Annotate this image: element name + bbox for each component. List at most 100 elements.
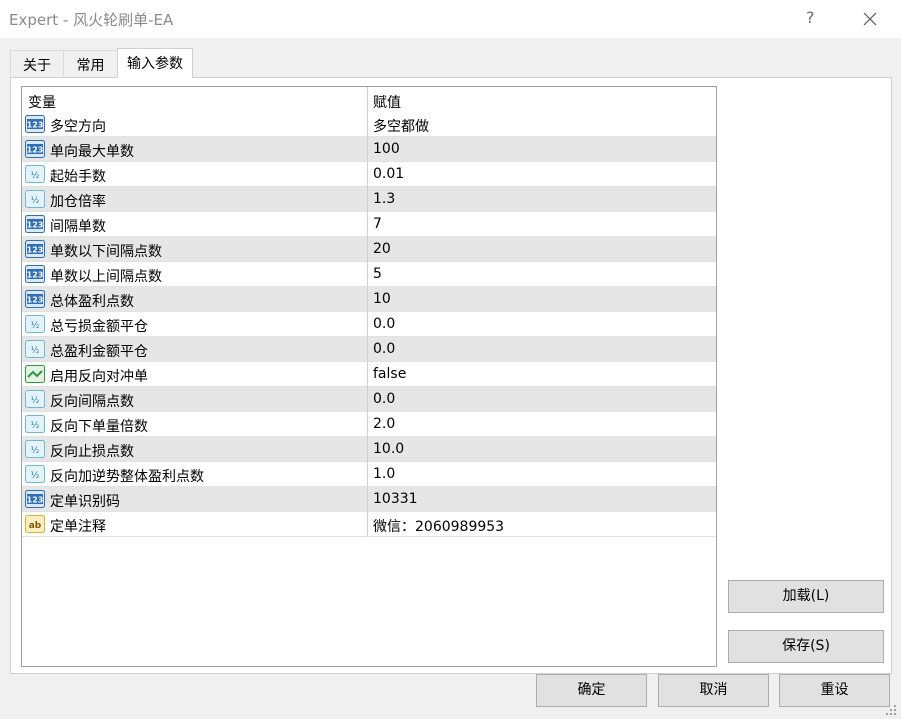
parameter-name: 反向加逆势整体盈利点数 [50, 469, 204, 485]
parameter-row[interactable]: 123 间隔单数 7 [22, 212, 716, 237]
svg-text:½: ½ [31, 471, 40, 481]
integer-icon: 123 [25, 140, 45, 158]
parameter-name: 单数以下间隔点数 [50, 244, 162, 260]
parameter-name: 单数以上间隔点数 [50, 269, 162, 285]
parameter-name: 定单识别码 [50, 494, 120, 510]
integer-icon: 123 [25, 215, 45, 233]
parameter-value[interactable]: 10 [373, 291, 391, 307]
bool-icon [25, 365, 45, 383]
svg-text:½: ½ [31, 171, 40, 181]
parameter-row[interactable]: 123 单数以上间隔点数 5 [22, 262, 716, 287]
double-icon: ½ [25, 415, 45, 433]
parameter-row[interactable]: ½ 反向间隔点数 0.0 [22, 387, 716, 412]
parameter-name: 反向间隔点数 [50, 394, 134, 410]
parameter-name: 加仓倍率 [50, 194, 106, 210]
parameter-value[interactable]: 微信：2060989953 [373, 516, 504, 536]
parameter-name: 启用反向对冲单 [50, 369, 148, 385]
parameter-value[interactable]: 1.0 [373, 466, 395, 482]
double-icon: ½ [25, 440, 45, 458]
parameter-name: 间隔单数 [50, 219, 106, 235]
svg-text:123: 123 [27, 246, 44, 255]
parameter-name: 单向最大单数 [50, 144, 134, 160]
double-icon: ½ [25, 390, 45, 408]
integer-icon: 123 [25, 290, 45, 308]
svg-text:123: 123 [27, 271, 44, 280]
parameter-row[interactable]: ½ 总盈利金额平仓 0.0 [22, 337, 716, 362]
parameter-value[interactable]: 1.3 [373, 191, 395, 207]
parameter-name: 起始手数 [50, 169, 106, 185]
column-header-value[interactable]: 赋值 [373, 92, 401, 112]
parameter-value[interactable]: false [373, 366, 406, 382]
svg-text:123: 123 [27, 496, 44, 505]
reset-button[interactable]: 重设 [779, 674, 890, 707]
tab-inputs[interactable]: 输入参数 [117, 48, 193, 78]
window-title: Expert - 风火轮刷单-EA [9, 11, 174, 29]
parameter-row[interactable]: ½ 反向加逆势整体盈利点数 1.0 [22, 462, 716, 487]
title-bar: Expert - 风火轮刷单-EA ? [0, 0, 901, 38]
double-icon: ½ [25, 465, 45, 483]
svg-text:123: 123 [27, 221, 44, 230]
parameter-name: 多空方向 [50, 119, 106, 135]
parameter-name: 总盈利金额平仓 [50, 344, 148, 360]
parameter-row[interactable]: 123 定单识别码 10331 [22, 487, 716, 512]
svg-text:½: ½ [31, 321, 40, 331]
parameter-value[interactable]: 0.01 [373, 166, 404, 182]
column-header-variable[interactable]: 变量 [28, 92, 56, 112]
tab-common[interactable]: 常用 [63, 50, 118, 76]
tab-about[interactable]: 关于 [10, 50, 64, 76]
parameter-row[interactable]: ½ 反向下单量倍数 2.0 [22, 412, 716, 437]
parameter-value[interactable]: 0.0 [373, 341, 395, 357]
svg-text:½: ½ [31, 446, 40, 456]
parameter-row[interactable]: ½ 加仓倍率 1.3 [22, 187, 716, 212]
parameter-row[interactable]: ab 定单注释 微信：2060989953 [22, 512, 716, 537]
parameter-value[interactable]: 5 [373, 266, 382, 282]
parameter-row[interactable]: ½ 反向止损点数 10.0 [22, 437, 716, 462]
parameter-name: 反向止损点数 [50, 444, 134, 460]
parameter-row[interactable]: 123 单数以下间隔点数 20 [22, 237, 716, 262]
parameter-value[interactable]: 20 [373, 241, 391, 257]
parameter-value[interactable]: 10331 [373, 491, 418, 507]
integer-icon: 123 [25, 265, 45, 283]
help-button[interactable]: ? [806, 8, 815, 27]
parameter-name: 定单注释 [50, 519, 106, 535]
load-button[interactable]: 加载(L) [728, 580, 884, 613]
parameter-row[interactable]: 123 总体盈利点数 10 [22, 287, 716, 312]
parameter-value[interactable]: 10.0 [373, 441, 404, 457]
parameter-value[interactable]: 2.0 [373, 416, 395, 432]
svg-text:½: ½ [31, 196, 40, 206]
cancel-button[interactable]: 取消 [658, 674, 769, 707]
parameter-value[interactable]: 多空都做 [373, 116, 429, 136]
svg-text:ab: ab [29, 521, 42, 531]
svg-text:123: 123 [27, 121, 44, 130]
string-icon: ab [25, 515, 45, 533]
grid-header: 变量 赋值 [22, 87, 716, 112]
parameter-value[interactable]: 7 [373, 216, 382, 232]
double-icon: ½ [25, 190, 45, 208]
svg-text:123: 123 [27, 146, 44, 155]
column-divider[interactable] [367, 87, 368, 537]
parameter-value[interactable]: 100 [373, 141, 400, 157]
double-icon: ½ [25, 165, 45, 183]
parameter-row[interactable]: 启用反向对冲单 false [22, 362, 716, 387]
double-icon: ½ [25, 315, 45, 333]
parameter-row[interactable]: ½ 起始手数 0.01 [22, 162, 716, 187]
parameter-name: 总体盈利点数 [50, 294, 134, 310]
svg-text:½: ½ [31, 346, 40, 356]
resize-grip-icon[interactable] [884, 703, 898, 717]
integer-icon: 123 [25, 490, 45, 508]
save-button[interactable]: 保存(S) [728, 630, 884, 663]
parameter-row[interactable]: 123 多空方向 多空都做 [22, 112, 716, 137]
svg-text:½: ½ [31, 396, 40, 406]
parameters-grid: 变量 赋值 123 多空方向 多空都做 123 单向最大单数 100 ½ 起始手数 0.01 ½ 加… [21, 86, 717, 667]
parameter-name: 总亏损金额平仓 [50, 319, 148, 335]
parameter-row[interactable]: 123 单向最大单数 100 [22, 137, 716, 162]
svg-text:½: ½ [31, 421, 40, 431]
ok-button[interactable]: 确定 [536, 674, 647, 707]
close-icon[interactable] [862, 11, 878, 27]
integer-icon: 123 [25, 115, 45, 133]
parameter-row[interactable]: ½ 总亏损金额平仓 0.0 [22, 312, 716, 337]
parameter-value[interactable]: 0.0 [373, 391, 395, 407]
parameter-value[interactable]: 0.0 [373, 316, 395, 332]
integer-icon: 123 [25, 240, 45, 258]
parameter-name: 反向下单量倍数 [50, 419, 148, 435]
